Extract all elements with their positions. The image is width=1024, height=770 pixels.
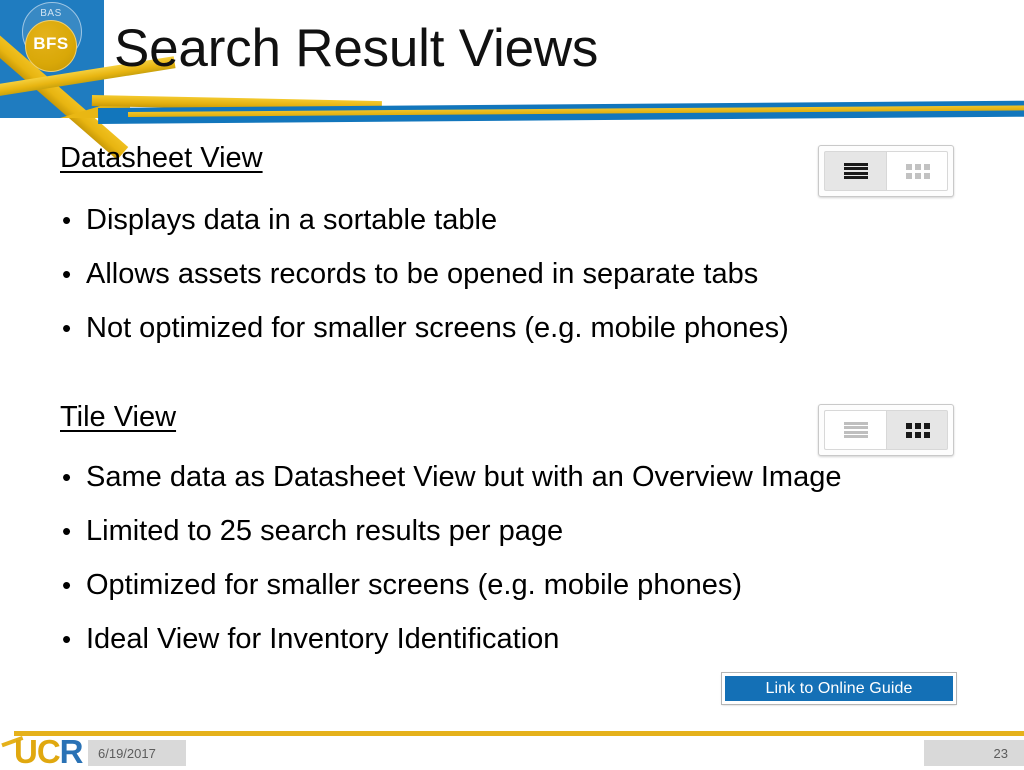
bullet-item: • Optimized for smaller screens (e.g. mo… xyxy=(62,569,742,602)
view-toggle-datasheet[interactable] xyxy=(818,145,954,197)
list-view-button[interactable] xyxy=(824,410,886,450)
bullet-item: • Limited to 25 search results per page xyxy=(62,515,563,548)
footer-gold-rule xyxy=(14,731,1024,736)
grid-icon xyxy=(906,422,930,438)
ucr-logo-r: R xyxy=(59,733,84,770)
view-toggle-tile[interactable] xyxy=(818,404,954,456)
bullet-text: Displays data in a sortable table xyxy=(86,204,498,236)
bas-logo-text: BAS xyxy=(40,8,62,19)
bullet-glyph: • xyxy=(62,462,72,492)
ucr-logo: UCR xyxy=(14,733,84,770)
slide-footer: UCR 6/19/2017 23 xyxy=(0,718,1024,768)
bullet-text: Optimized for smaller screens (e.g. mobi… xyxy=(86,569,742,601)
bullet-glyph: • xyxy=(62,313,72,343)
bullet-item: • Not optimized for smaller screens (e.g… xyxy=(62,312,789,345)
section-heading-datasheet: Datasheet View xyxy=(60,142,263,174)
ucr-logo-uc: UC xyxy=(14,733,61,770)
grid-view-button[interactable] xyxy=(886,151,948,191)
bullet-glyph: • xyxy=(62,259,72,289)
bullet-glyph: • xyxy=(62,570,72,600)
slide-body: Datasheet View • Displays data in a sort… xyxy=(0,128,1024,718)
slide-header: BAS BFS Search Result Views xyxy=(0,0,1024,160)
list-icon xyxy=(843,421,868,439)
footer-date: 6/19/2017 xyxy=(88,740,186,766)
bullet-item: • Same data as Datasheet View but with a… xyxy=(62,461,841,494)
bullet-item: • Displays data in a sortable table xyxy=(62,204,497,237)
footer-slide-number: 23 xyxy=(924,740,1024,766)
bullet-glyph: • xyxy=(62,516,72,546)
page-title: Search Result Views xyxy=(114,19,599,78)
grid-icon xyxy=(906,163,930,179)
grid-view-button[interactable] xyxy=(886,410,948,450)
bullet-text: Same data as Datasheet View but with an … xyxy=(86,461,842,493)
bfs-logo-text: BFS xyxy=(33,34,69,53)
section-heading-tile: Tile View xyxy=(60,401,177,433)
bullet-item: • Ideal View for Inventory Identificatio… xyxy=(62,623,559,656)
bullet-text: Limited to 25 search results per page xyxy=(86,515,564,547)
bullet-item: • Allows assets records to be opened in … xyxy=(62,258,758,291)
bullet-glyph: • xyxy=(62,205,72,235)
bullet-text: Not optimized for smaller screens (e.g. … xyxy=(86,312,789,344)
bullet-text: Allows assets records to be opened in se… xyxy=(86,258,759,290)
list-view-button[interactable] xyxy=(824,151,886,191)
bullet-text: Ideal View for Inventory Identification xyxy=(86,623,560,655)
bullet-glyph: • xyxy=(62,624,72,654)
list-icon xyxy=(843,162,868,180)
online-guide-link-button[interactable]: Link to Online Guide xyxy=(722,673,956,704)
